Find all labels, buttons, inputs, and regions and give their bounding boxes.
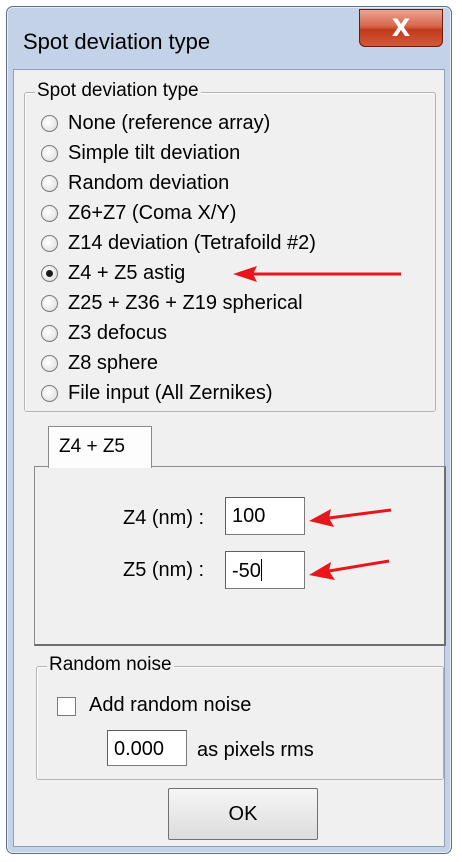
radio-button[interactable] — [41, 204, 58, 222]
radio-option-z14[interactable]: Z14 deviation (Tetrafoild #2) — [41, 229, 316, 257]
radio-label: File input (All Zernikes) — [68, 381, 273, 404]
add-noise-label: Add random noise — [89, 694, 252, 716]
radio-option-spherical[interactable]: Z25 + Z36 + Z19 spherical — [41, 289, 303, 317]
annotation-arrow-icon — [309, 559, 390, 580]
tab-panel: Z4 (nm) : 100 Z5 (nm) : -50 — [34, 466, 446, 646]
radio-label: Z6+Z7 (Coma X/Y) — [68, 201, 237, 224]
radio-button[interactable] — [41, 174, 58, 192]
radio-label: Z14 deviation (Tetrafoild #2) — [68, 231, 316, 254]
dialog-client-area: Spot deviation type None (reference arra… — [13, 69, 446, 847]
radio-button[interactable] — [41, 294, 58, 312]
close-icon: X — [391, 14, 411, 42]
z5-label: Z5 (nm) : — [123, 559, 205, 581]
radio-label: None (reference array) — [68, 111, 271, 134]
title-bar[interactable]: Spot deviation type X — [7, 7, 451, 69]
radio-button[interactable] — [41, 354, 58, 372]
radio-button[interactable] — [41, 144, 58, 162]
dialog-window: Spot deviation type X Spot deviation typ… — [6, 6, 452, 854]
radio-button-selected[interactable] — [41, 264, 58, 282]
radio-label: Z8 sphere — [68, 351, 159, 374]
radio-option-defocus[interactable]: Z3 defocus — [41, 319, 167, 347]
pixels-rms-unit: as pixels rms — [197, 739, 314, 761]
radio-button[interactable] — [41, 324, 58, 342]
radio-label: Random deviation — [68, 171, 230, 194]
window-title: Spot deviation type — [23, 29, 211, 54]
random-noise-group: Random noise Add random noise 0.000 as p… — [36, 654, 444, 780]
tab-z4-z5[interactable]: Z4 + Z5 — [48, 426, 152, 468]
radio-option-file-input[interactable]: File input (All Zernikes) — [41, 379, 273, 407]
text-caret — [260, 559, 262, 581]
radio-label: Z4 + Z5 astig — [68, 261, 186, 284]
z4-value: 100 — [232, 505, 266, 527]
annotation-arrow-icon — [309, 508, 392, 527]
radio-button[interactable] — [41, 114, 58, 132]
z5-value: -50 — [232, 560, 261, 582]
z4-input[interactable]: 100 — [225, 497, 305, 535]
radio-option-astig[interactable]: Z4 + Z5 astig — [41, 259, 185, 287]
radio-button[interactable] — [41, 234, 58, 252]
add-noise-checkbox[interactable] — [57, 697, 76, 716]
deviation-type-group: Spot deviation type None (reference arra… — [24, 80, 436, 412]
random-noise-legend: Random noise — [47, 654, 174, 676]
radio-button[interactable] — [41, 384, 58, 402]
pixels-rms-value: 0.000 — [114, 738, 165, 760]
radio-label: Simple tilt deviation — [68, 141, 241, 164]
radio-label: Z3 defocus — [68, 321, 167, 344]
radio-option-simple-tilt[interactable]: Simple tilt deviation — [41, 139, 240, 167]
radio-option-sphere[interactable]: Z8 sphere — [41, 349, 158, 377]
radio-option-coma[interactable]: Z6+Z7 (Coma X/Y) — [41, 199, 236, 227]
radio-option-random[interactable]: Random deviation — [41, 169, 229, 197]
radio-option-none[interactable]: None (reference array) — [41, 109, 270, 137]
z4-label: Z4 (nm) : — [123, 507, 205, 529]
close-button[interactable]: X — [359, 9, 443, 47]
z5-input[interactable]: -50 — [225, 551, 305, 589]
annotation-arrow-icon — [233, 266, 401, 282]
ok-button[interactable]: OK — [168, 788, 318, 840]
tab-label: Z4 + Z5 — [59, 436, 125, 457]
deviation-type-legend: Spot deviation type — [35, 80, 201, 102]
pixels-rms-input[interactable]: 0.000 — [107, 730, 187, 766]
radio-label: Z25 + Z36 + Z19 spherical — [68, 291, 303, 314]
